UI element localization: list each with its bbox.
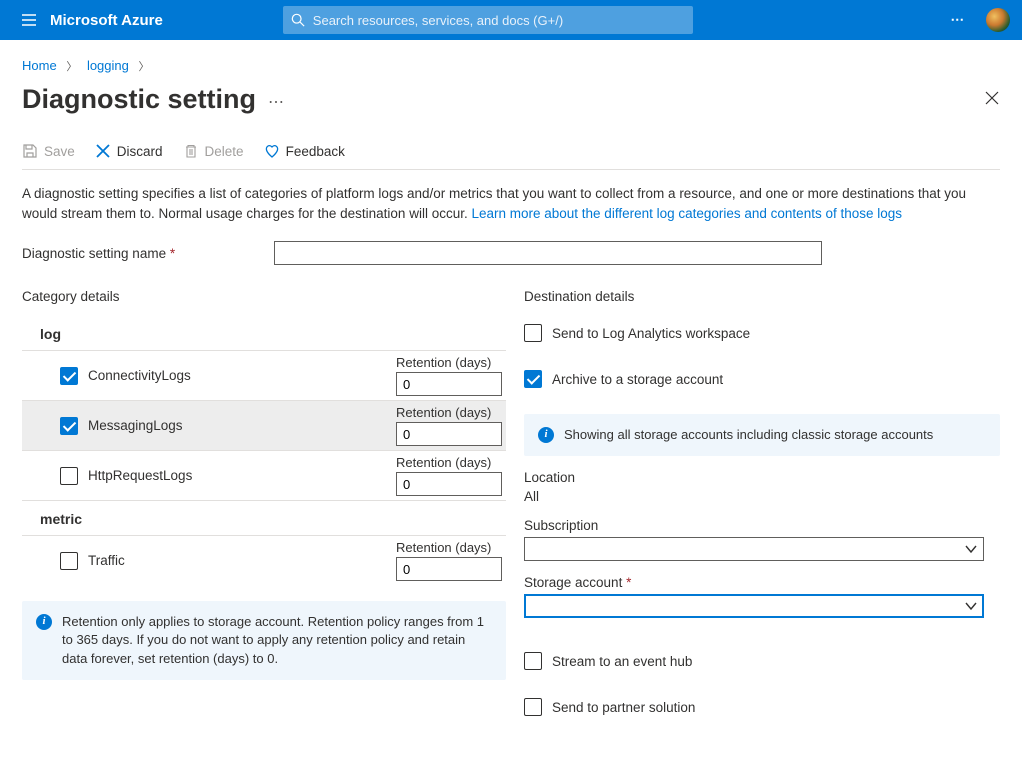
chevron-down-icon [965,600,977,612]
checkbox-partner[interactable] [524,698,542,716]
azure-header: Microsoft Azure ⋯ [0,0,1022,40]
subscription-select[interactable] [524,537,984,561]
breadcrumb: Home 〉 logging 〉 [22,58,1000,74]
log-subheading: log [22,318,506,351]
log-analytics-label: Send to Log Analytics workspace [552,326,750,341]
chevron-right-icon: 〉 [139,61,150,73]
setting-name-input[interactable] [274,241,822,265]
header-more-icon[interactable]: ⋯ [951,12,967,28]
retention-note-text: Retention only applies to storage accoun… [62,613,492,668]
metric-subheading: metric [22,503,506,536]
storage-label: Storage account * [524,575,1000,590]
heart-icon [264,143,280,159]
chevron-down-icon [965,543,977,555]
storage-select[interactable] [524,594,984,618]
retention-info-callout: i Retention only applies to storage acco… [22,601,506,680]
save-button: Save [22,143,75,159]
subscription-label: Subscription [524,518,1000,533]
messaging-label: MessagingLogs [88,418,183,433]
checkbox-log-analytics[interactable] [524,324,542,342]
dest-row-event-hub: Stream to an event hub [524,646,1000,676]
event-hub-label: Stream to an event hub [552,654,692,669]
checkbox-connectivity[interactable] [60,367,78,385]
save-icon [22,143,38,159]
traffic-label: Traffic [88,553,125,568]
category-heading: Category details [22,289,506,304]
info-icon: i [538,427,554,443]
retention-input-messaging[interactable] [396,422,502,446]
global-search[interactable] [283,6,693,34]
retention-label: Retention (days) [396,355,506,370]
category-row-httprequest: HttpRequestLogs Retention (days) [22,451,506,501]
retention-label: Retention (days) [396,405,506,420]
toolbar: Save Discard Delete Feedback [22,143,1000,170]
description-text: A diagnostic setting specifies a list of… [22,184,982,223]
avatar[interactable] [986,8,1010,32]
discard-button[interactable]: Discard [95,143,163,159]
dest-row-log-analytics: Send to Log Analytics workspace [524,318,1000,348]
retention-input-connectivity[interactable] [396,372,502,396]
checkbox-traffic[interactable] [60,552,78,570]
category-row-messaging: MessagingLogs Retention (days) [22,401,506,451]
search-input[interactable] [313,13,685,28]
retention-label: Retention (days) [396,540,506,555]
breadcrumb-home[interactable]: Home [22,58,57,73]
search-icon [291,13,305,27]
connectivity-label: ConnectivityLogs [88,368,191,383]
retention-label: Retention (days) [396,455,506,470]
partner-label: Send to partner solution [552,700,695,715]
learn-more-link[interactable]: Learn more about the different log categ… [471,206,902,221]
checkbox-event-hub[interactable] [524,652,542,670]
page-title: Diagnostic setting [22,84,256,115]
feedback-button[interactable]: Feedback [264,143,345,159]
category-row-traffic: Traffic Retention (days) [22,536,506,585]
dest-row-archive: Archive to a storage account [524,364,1000,394]
checkbox-messaging[interactable] [60,417,78,435]
brand-label: Microsoft Azure [50,12,163,29]
destination-heading: Destination details [524,289,1000,304]
trash-icon [183,143,199,159]
dest-row-partner: Send to partner solution [524,692,1000,722]
title-more-icon[interactable]: ⋯ [268,92,284,112]
archive-note-text: Showing all storage accounts including c… [564,426,933,444]
archive-label: Archive to a storage account [552,372,723,387]
checkbox-archive[interactable] [524,370,542,388]
delete-button: Delete [183,143,244,159]
info-icon: i [36,614,52,630]
checkbox-httprequest[interactable] [60,467,78,485]
location-label: Location [524,470,1000,485]
retention-input-httprequest[interactable] [396,472,502,496]
archive-info-callout: i Showing all storage accounts including… [524,414,1000,456]
hamburger-menu-icon[interactable] [12,12,46,28]
close-icon [95,143,111,159]
chevron-right-icon: 〉 [66,61,77,73]
close-icon[interactable] [984,90,1000,109]
category-row-connectivity: ConnectivityLogs Retention (days) [22,351,506,401]
setting-name-label: Diagnostic setting name * [22,246,274,261]
breadcrumb-logging[interactable]: logging [87,58,129,73]
location-value: All [524,489,539,504]
httprequest-label: HttpRequestLogs [88,468,192,483]
retention-input-traffic[interactable] [396,557,502,581]
